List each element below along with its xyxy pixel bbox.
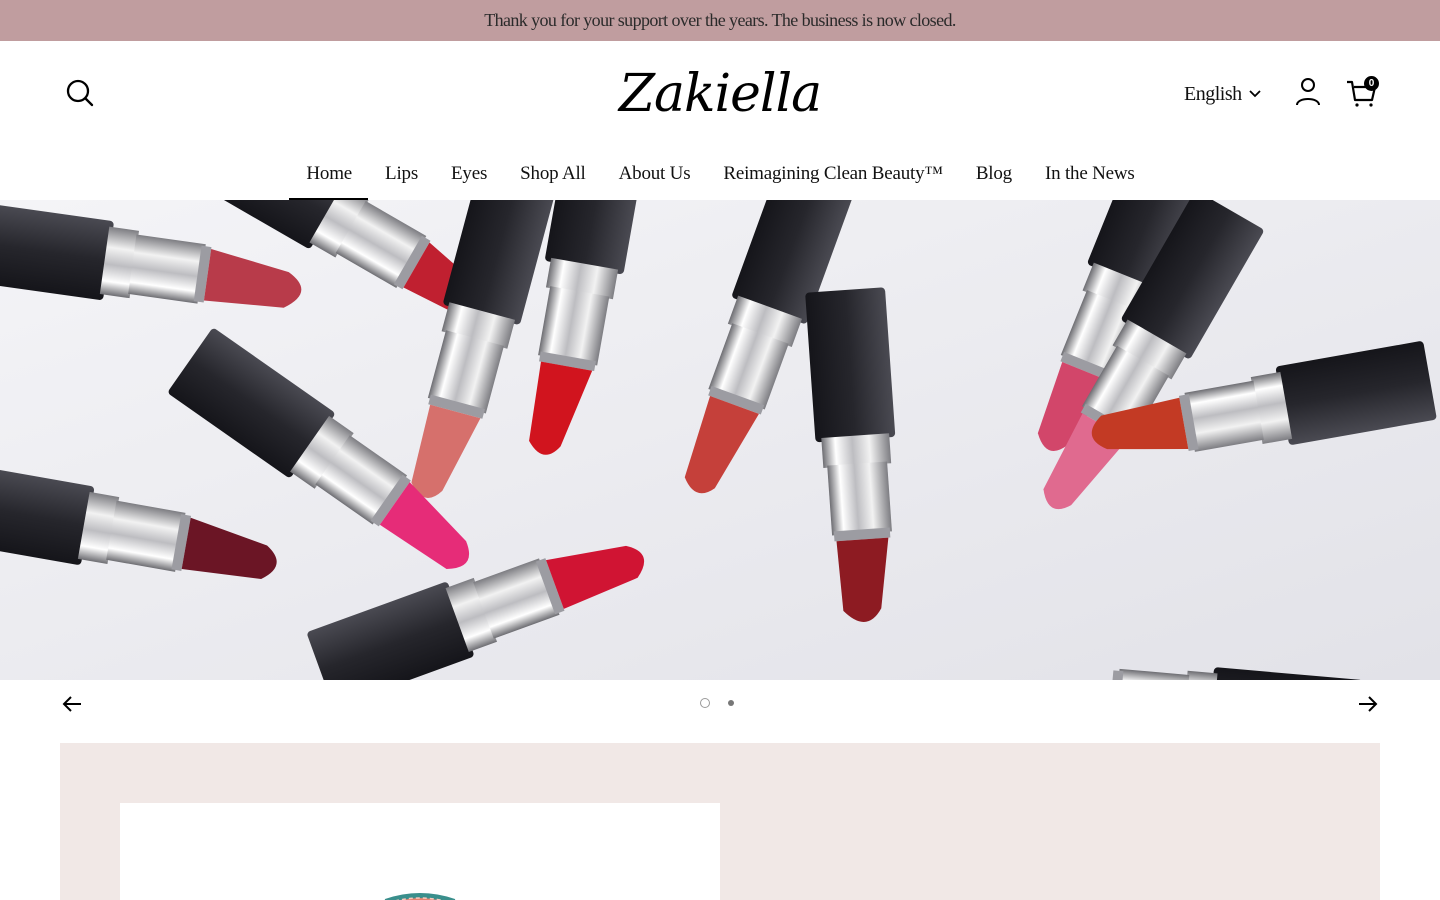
nav-item-about-us[interactable]: About Us: [602, 149, 707, 200]
cart-button[interactable]: 0: [1342, 73, 1382, 111]
language-selector[interactable]: English: [1184, 81, 1262, 107]
nav-item-eyes[interactable]: Eyes: [434, 149, 503, 200]
site-logo[interactable]: Zakiella: [619, 59, 822, 129]
previous-slide-button[interactable]: [58, 690, 86, 718]
slide-dot-2[interactable]: [728, 700, 734, 706]
main-navigation: Home Lips Eyes Shop All About Us Reimagi…: [0, 149, 1440, 200]
announcement-bar: Thank you for your support over the year…: [0, 0, 1440, 41]
search-icon: [66, 79, 94, 107]
chevron-down-icon: [1248, 90, 1261, 98]
feature-image-card: [120, 803, 720, 900]
nav-item-lips[interactable]: Lips: [368, 149, 434, 200]
nav-item-in-the-news[interactable]: In the News: [1028, 149, 1151, 200]
slide-pagination: [700, 698, 734, 708]
language-label: English: [1184, 82, 1242, 105]
next-slide-button[interactable]: [1354, 690, 1382, 718]
user-icon: [1296, 78, 1320, 106]
hero-slideshow[interactable]: [0, 200, 1440, 680]
feature-section: [60, 743, 1380, 900]
nav-item-home[interactable]: Home: [289, 149, 368, 200]
nav-item-shop-all[interactable]: Shop All: [503, 149, 601, 200]
hero-image-lipsticks: [0, 200, 1440, 680]
slide-dot-1[interactable]: [700, 698, 710, 708]
nav-item-reimagining-clean-beauty[interactable]: Reimagining Clean Beauty™: [706, 149, 958, 200]
account-button[interactable]: [1292, 75, 1324, 109]
award-badge-image: [384, 893, 456, 900]
arrow-left-icon: [62, 696, 81, 712]
slideshow-controls: [0, 680, 1440, 743]
site-header: Zakiella English 0 Home Lips Eyes Shop A…: [0, 41, 1440, 200]
nav-item-blog[interactable]: Blog: [959, 149, 1028, 200]
search-button[interactable]: [62, 75, 98, 111]
cart-count-badge: 0: [1364, 76, 1379, 91]
announcement-text: Thank you for your support over the year…: [484, 10, 956, 30]
arrow-right-icon: [1359, 696, 1378, 712]
